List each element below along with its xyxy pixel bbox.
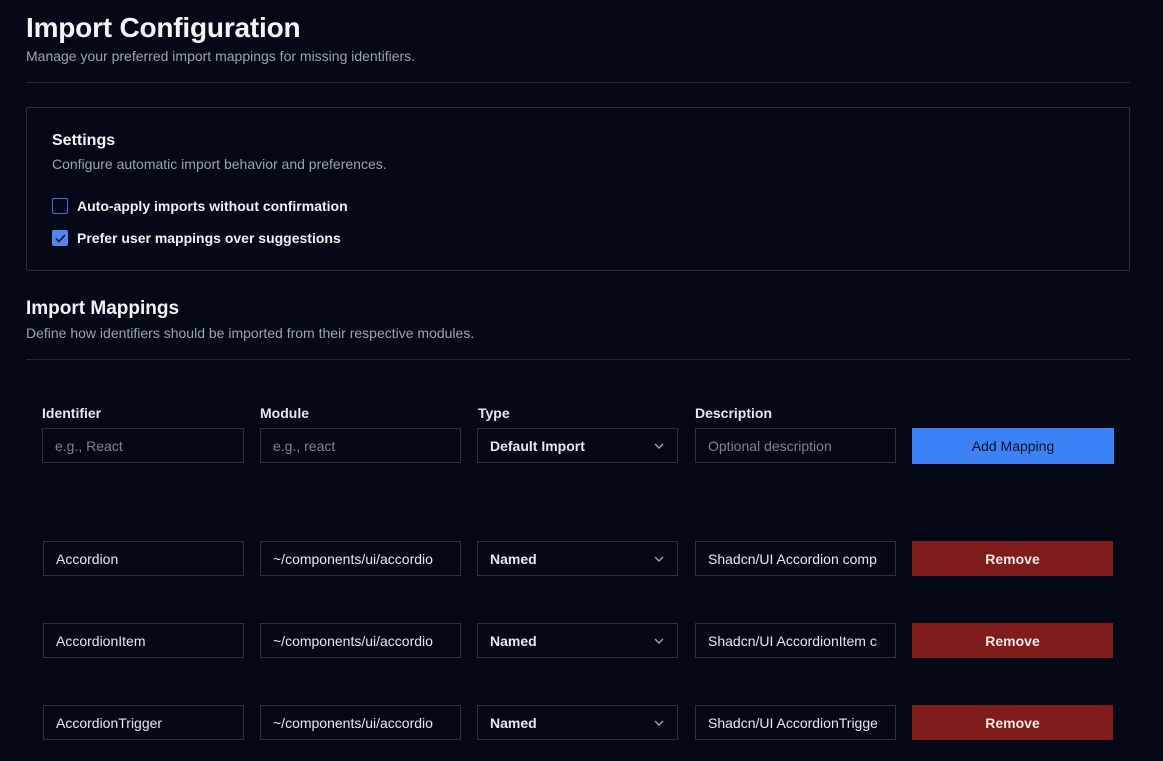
type-value: Named — [490, 550, 537, 567]
auto-apply-label: Auto-apply imports without confirmation — [77, 198, 348, 214]
prefer-user-mappings-checkbox[interactable] — [52, 230, 68, 246]
type-value: Named — [490, 632, 537, 649]
new-type-select[interactable]: Default Import — [477, 428, 678, 463]
settings-title: Settings — [52, 132, 116, 149]
identifier-field[interactable]: AccordionItem — [43, 623, 244, 658]
new-identifier-input[interactable]: e.g., React — [42, 428, 244, 463]
settings-card: Settings Configure automatic import beha… — [26, 107, 1130, 271]
chevron-down-icon — [653, 719, 665, 727]
description-field[interactable]: Shadcn/UI AccordionItem c — [695, 623, 896, 658]
new-description-input[interactable]: Optional description — [695, 428, 896, 463]
auto-apply-option[interactable]: Auto-apply imports without confirmation — [52, 198, 348, 214]
column-header-description: Description — [695, 405, 773, 421]
add-mapping-button[interactable]: Add Mapping — [912, 428, 1114, 464]
module-field[interactable]: ~/components/ui/accordio — [260, 623, 461, 658]
mappings-divider — [26, 359, 1130, 360]
chevron-down-icon — [653, 637, 665, 645]
column-header-identifier: Identifier — [42, 405, 102, 421]
column-header-type: Type — [478, 405, 510, 421]
chevron-down-icon — [653, 442, 665, 450]
module-field[interactable]: ~/components/ui/accordio — [260, 705, 461, 740]
prefer-user-mappings-label: Prefer user mappings over suggestions — [77, 230, 341, 246]
new-type-value: Default Import — [490, 437, 585, 454]
type-select[interactable]: Named — [477, 705, 678, 740]
module-field[interactable]: ~/components/ui/accordio — [260, 541, 461, 576]
chevron-down-icon — [653, 555, 665, 563]
description-field[interactable]: Shadcn/UI AccordionTrigge — [695, 705, 896, 740]
check-icon — [54, 233, 66, 243]
prefer-user-mappings-option[interactable]: Prefer user mappings over suggestions — [52, 230, 341, 246]
column-header-module: Module — [260, 405, 309, 421]
page-title: Import Configuration — [26, 12, 301, 43]
type-select[interactable]: Named — [477, 541, 678, 576]
identifier-field[interactable]: Accordion — [43, 541, 244, 576]
mappings-description: Define how identifiers should be importe… — [26, 325, 475, 341]
type-select[interactable]: Named — [477, 623, 678, 658]
auto-apply-checkbox[interactable] — [52, 198, 68, 214]
mappings-title: Import Mappings — [26, 298, 180, 319]
type-value: Named — [490, 714, 537, 731]
identifier-field[interactable]: AccordionTrigger — [43, 705, 244, 740]
header-divider — [26, 82, 1130, 83]
description-field[interactable]: Shadcn/UI Accordion comp — [695, 541, 896, 576]
remove-button[interactable]: Remove — [912, 541, 1113, 576]
remove-button[interactable]: Remove — [912, 705, 1113, 740]
settings-description: Configure automatic import behavior and … — [52, 156, 387, 172]
remove-button[interactable]: Remove — [912, 623, 1113, 658]
new-module-input[interactable]: e.g., react — [260, 428, 461, 463]
page-subtitle: Manage your preferred import mappings fo… — [26, 48, 416, 64]
